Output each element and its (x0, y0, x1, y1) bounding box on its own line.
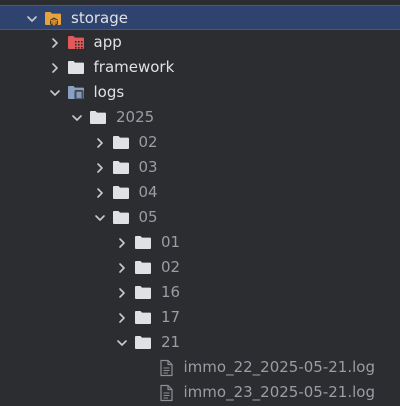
folder-icon (67, 55, 85, 80)
folder-icon (112, 130, 130, 155)
tree-item-label: 21 (161, 333, 181, 351)
chevron-right-icon[interactable] (49, 55, 61, 80)
tree-folder-row[interactable]: 03 (0, 155, 400, 180)
chevron-right-icon[interactable] (94, 130, 106, 155)
tree-item-label: app (93, 33, 122, 51)
tree-folder-row[interactable]: 21 (0, 330, 400, 355)
project-tree: storage app framework logs 2025 02 03 04 05 01 0… (0, 0, 400, 406)
tree-file-row[interactable]: immo_22_2025-05-21.log (0, 355, 400, 380)
tree-item-label: 04 (138, 183, 158, 201)
tree-folder-row[interactable]: 02 (0, 130, 400, 155)
folder-icon (134, 255, 152, 280)
tree-item-label: framework (93, 58, 175, 76)
tree-folder-row[interactable]: 05 (0, 205, 400, 230)
tree-item-label: 02 (138, 133, 158, 151)
chevron-right-icon[interactable] (94, 180, 106, 205)
chevron-down-icon[interactable] (94, 205, 106, 230)
tree-folder-row[interactable]: 02 (0, 255, 400, 280)
tree-item-label: storage (71, 9, 128, 27)
tree-item-label: logs (93, 83, 125, 101)
tree-folder-row[interactable]: storage (0, 5, 400, 30)
chevron-down-icon[interactable] (49, 80, 61, 105)
storage-folder-icon (44, 6, 62, 31)
log-file-icon (157, 355, 175, 380)
tree-item-label: 17 (161, 308, 181, 326)
tree-item-label: 03 (138, 158, 158, 176)
chevron-down-icon[interactable] (26, 6, 38, 31)
tree-item-label: 16 (161, 283, 181, 301)
tree-folder-row[interactable]: 2025 (0, 105, 400, 130)
folder-icon (112, 155, 130, 180)
app-folder-icon (67, 30, 85, 55)
folder-icon (112, 205, 130, 230)
folder-icon (112, 180, 130, 205)
tree-folder-row[interactable]: framework (0, 55, 400, 80)
folder-icon (134, 330, 152, 355)
tree-item-label: 2025 (116, 108, 155, 126)
tree-folder-row[interactable]: logs (0, 80, 400, 105)
folder-icon (89, 105, 107, 130)
chevron-right-icon[interactable] (116, 280, 128, 305)
tree-folder-row[interactable]: 04 (0, 180, 400, 205)
tree-item-label: 02 (161, 258, 181, 276)
tree-item-label: immo_23_2025-05-21.log (183, 383, 375, 401)
folder-icon (134, 305, 152, 330)
chevron-right-icon[interactable] (116, 255, 128, 280)
tree-item-label: 01 (161, 233, 181, 251)
tree-folder-row[interactable]: app (0, 30, 400, 55)
chevron-right-icon[interactable] (49, 30, 61, 55)
folder-icon (134, 280, 152, 305)
chevron-right-icon[interactable] (116, 305, 128, 330)
tree-folder-row[interactable]: 17 (0, 305, 400, 330)
chevron-right-icon[interactable] (116, 230, 128, 255)
tree-item-label: 05 (138, 208, 158, 226)
chevron-down-icon[interactable] (71, 105, 83, 130)
log-file-icon (157, 380, 175, 405)
folder-icon (134, 230, 152, 255)
tree-file-row[interactable]: immo_23_2025-05-21.log (0, 380, 400, 405)
chevron-down-icon[interactable] (116, 330, 128, 355)
logs-folder-icon (67, 80, 85, 105)
chevron-right-icon[interactable] (94, 155, 106, 180)
tree-folder-row[interactable]: 01 (0, 230, 400, 255)
tree-item-label: immo_22_2025-05-21.log (183, 358, 375, 376)
tree-folder-row[interactable]: 16 (0, 280, 400, 305)
